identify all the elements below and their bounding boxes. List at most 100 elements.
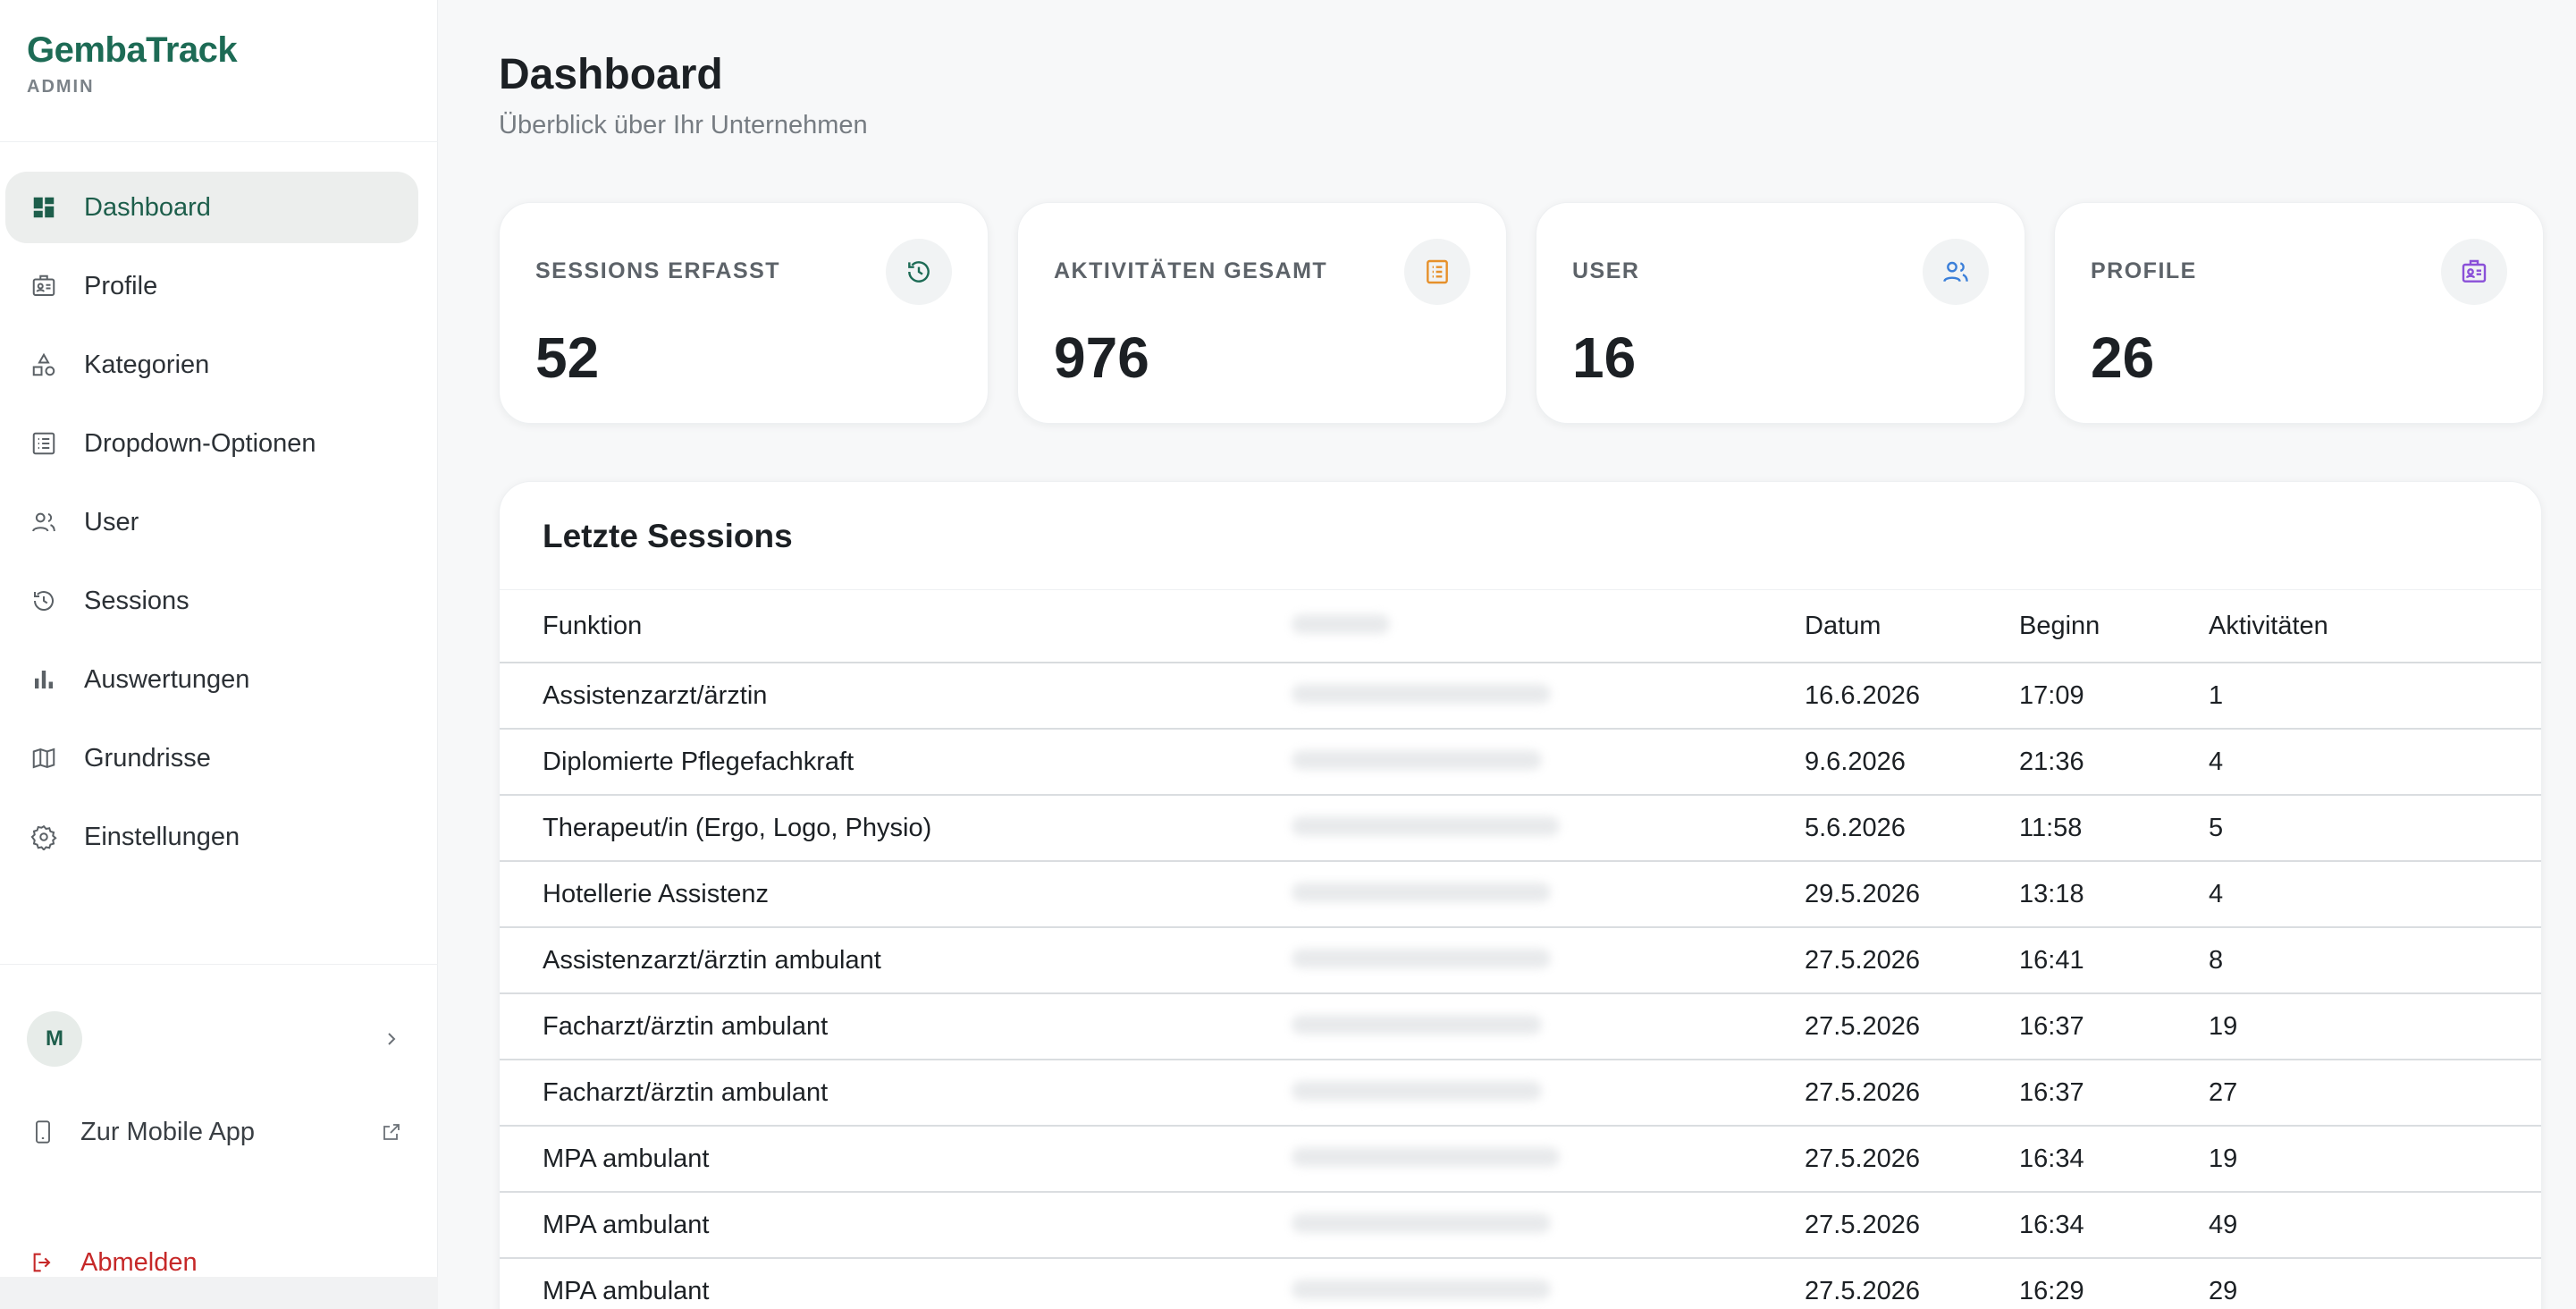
sessions-title: Letzte Sessions bbox=[543, 518, 793, 554]
users-icon bbox=[1923, 239, 1989, 305]
cell-redacted bbox=[1256, 1060, 1767, 1127]
cell-aktivitaeten: 1 bbox=[2209, 663, 2541, 730]
table-row[interactable]: Therapeut/in (Ergo, Logo, Physio) 5.6.20… bbox=[500, 795, 2541, 862]
map-icon bbox=[30, 745, 57, 772]
sidebar-item-profile[interactable]: Profile bbox=[5, 250, 418, 322]
sidebar-item-auswertungen[interactable]: Auswertungen bbox=[5, 644, 418, 715]
chevron-right-icon bbox=[388, 1033, 396, 1045]
sessions-table: Funktion Datum Beginn Aktivitäten Assist… bbox=[500, 591, 2541, 1309]
cell-funktion: Facharzt/ärztin ambulant bbox=[500, 993, 1256, 1060]
logout-icon bbox=[33, 1253, 51, 1272]
cell-redacted bbox=[1256, 729, 1767, 796]
cell-funktion: Assistenzarzt/ärztin bbox=[500, 663, 1256, 730]
sidebar-item-label: Sessions bbox=[84, 586, 189, 615]
stat-value: 976 bbox=[1054, 325, 1149, 390]
sidebar-item-einstellungen[interactable]: Einstellungen bbox=[5, 801, 418, 873]
mobile-app-label: Zur Mobile App bbox=[80, 1117, 256, 1146]
sidebar-footer-strip bbox=[0, 1277, 438, 1309]
brand-name: GembaTrack bbox=[27, 30, 238, 70]
logout-button[interactable]: Abmelden bbox=[30, 1245, 198, 1280]
sidebar-item-label: Dropdown-Optionen bbox=[84, 428, 316, 458]
cell-datum: 27.5.2026 bbox=[1767, 1126, 2019, 1193]
cell-datum: 16.6.2026 bbox=[1767, 663, 2019, 730]
id-card-icon bbox=[30, 273, 57, 300]
table-row[interactable]: Diplomierte Pflegefachkraft 9.6.2026 21:… bbox=[500, 729, 2541, 796]
cell-redacted bbox=[1256, 795, 1767, 862]
sidebar-item-sessions[interactable]: Sessions bbox=[5, 565, 418, 637]
bar-chart-icon bbox=[30, 666, 57, 693]
sidebar-item-label: Grundrisse bbox=[84, 743, 211, 773]
users-icon bbox=[30, 509, 57, 536]
stat-value: 52 bbox=[535, 325, 600, 390]
list-icon bbox=[30, 430, 57, 457]
cell-funktion: Therapeut/in (Ergo, Logo, Physio) bbox=[500, 795, 1256, 862]
table-row[interactable]: MPA ambulant 27.5.2026 16:34 49 bbox=[500, 1192, 2541, 1259]
cell-beginn: 16:41 bbox=[2019, 927, 2209, 994]
page-subtitle: Überblick über Ihr Unternehmen bbox=[499, 111, 868, 139]
table-row[interactable]: Facharzt/ärztin ambulant 27.5.2026 16:37… bbox=[500, 993, 2541, 1060]
cell-aktivitaeten: 4 bbox=[2209, 729, 2541, 796]
sidebar-item-dropdown-optionen[interactable]: Dropdown-Optionen bbox=[5, 408, 418, 479]
cell-beginn: 21:36 bbox=[2019, 729, 2209, 796]
column-header-datum: Datum bbox=[1767, 591, 2019, 663]
brand: GembaTrack ADMIN bbox=[27, 29, 238, 97]
gear-icon bbox=[30, 823, 57, 850]
stat-label: SESSIONS ERFASST bbox=[535, 258, 781, 283]
table-row[interactable]: Hotellerie Assistenz 29.5.2026 13:18 4 bbox=[500, 861, 2541, 928]
sidebar-item-user[interactable]: User bbox=[5, 486, 418, 558]
logout-label: Abmelden bbox=[80, 1247, 198, 1277]
stat-card-user: USER 16 bbox=[1536, 202, 2025, 424]
mobile-app-link[interactable]: Zur Mobile App bbox=[30, 1114, 402, 1150]
user-menu[interactable]: M bbox=[27, 1009, 402, 1069]
cell-funktion: Diplomierte Pflegefachkraft bbox=[500, 729, 1256, 796]
page-title: Dashboard bbox=[499, 51, 723, 98]
stats-row: SESSIONS ERFASST 52 AKTIVITÄTEN GESAMT 9… bbox=[499, 202, 2544, 424]
external-link-icon bbox=[383, 1124, 400, 1140]
cell-funktion: Assistenzarzt/ärztin ambulant bbox=[500, 927, 1256, 994]
list-icon bbox=[1404, 239, 1470, 305]
sidebar-item-label: Dashboard bbox=[84, 192, 211, 222]
table-row[interactable]: Assistenzarzt/ärztin ambulant 27.5.2026 … bbox=[500, 927, 2541, 994]
cell-funktion: MPA ambulant bbox=[500, 1192, 1256, 1259]
cell-redacted bbox=[1256, 993, 1767, 1060]
sidebar-nav: Dashboard Profile Kategorien Dropdown-Op… bbox=[5, 172, 418, 880]
stat-card-sessions: SESSIONS ERFASST 52 bbox=[499, 202, 989, 424]
cell-datum: 27.5.2026 bbox=[1767, 1192, 2019, 1259]
avatar: M bbox=[27, 1011, 82, 1067]
stat-label: PROFILE bbox=[2091, 258, 2197, 283]
table-header-row: Funktion Datum Beginn Aktivitäten bbox=[500, 591, 2541, 663]
cell-datum: 9.6.2026 bbox=[1767, 729, 2019, 796]
history-icon bbox=[30, 587, 57, 614]
sidebar-item-kategorien[interactable]: Kategorien bbox=[5, 329, 418, 401]
sidebar-item-label: Auswertungen bbox=[84, 664, 250, 694]
cell-aktivitaeten: 19 bbox=[2209, 993, 2541, 1060]
cell-redacted bbox=[1256, 1126, 1767, 1193]
table-row[interactable]: Assistenzarzt/ärztin 16.6.2026 17:09 1 bbox=[500, 663, 2541, 730]
cell-beginn: 16:34 bbox=[2019, 1192, 2209, 1259]
stat-value: 16 bbox=[1572, 325, 1637, 390]
cell-datum: 29.5.2026 bbox=[1767, 861, 2019, 928]
table-row[interactable]: MPA ambulant 27.5.2026 16:29 29 bbox=[500, 1258, 2541, 1309]
sidebar-item-grundrisse[interactable]: Grundrisse bbox=[5, 722, 418, 794]
cell-funktion: Hotellerie Assistenz bbox=[500, 861, 1256, 928]
cell-aktivitaeten: 49 bbox=[2209, 1192, 2541, 1259]
cell-datum: 27.5.2026 bbox=[1767, 1258, 2019, 1309]
sidebar-item-label: Kategorien bbox=[84, 350, 210, 379]
cell-beginn: 11:58 bbox=[2019, 795, 2209, 862]
cell-redacted bbox=[1256, 927, 1767, 994]
column-header-redacted bbox=[1256, 591, 1767, 663]
cell-aktivitaeten: 27 bbox=[2209, 1060, 2541, 1127]
sidebar-item-dashboard[interactable]: Dashboard bbox=[5, 172, 418, 243]
recent-sessions-card: Letzte Sessions Funktion Datum Beginn Ak… bbox=[499, 481, 2542, 1309]
cell-funktion: MPA ambulant bbox=[500, 1126, 1256, 1193]
sidebar-item-label: User bbox=[84, 507, 139, 536]
table-row[interactable]: MPA ambulant 27.5.2026 16:34 19 bbox=[500, 1126, 2541, 1193]
cell-redacted bbox=[1256, 1258, 1767, 1309]
cell-aktivitaeten: 29 bbox=[2209, 1258, 2541, 1309]
cell-aktivitaeten: 19 bbox=[2209, 1126, 2541, 1193]
cell-aktivitaeten: 4 bbox=[2209, 861, 2541, 928]
table-row[interactable]: Facharzt/ärztin ambulant 27.5.2026 16:37… bbox=[500, 1060, 2541, 1127]
cell-datum: 27.5.2026 bbox=[1767, 927, 2019, 994]
cell-aktivitaeten: 5 bbox=[2209, 795, 2541, 862]
cell-redacted bbox=[1256, 861, 1767, 928]
